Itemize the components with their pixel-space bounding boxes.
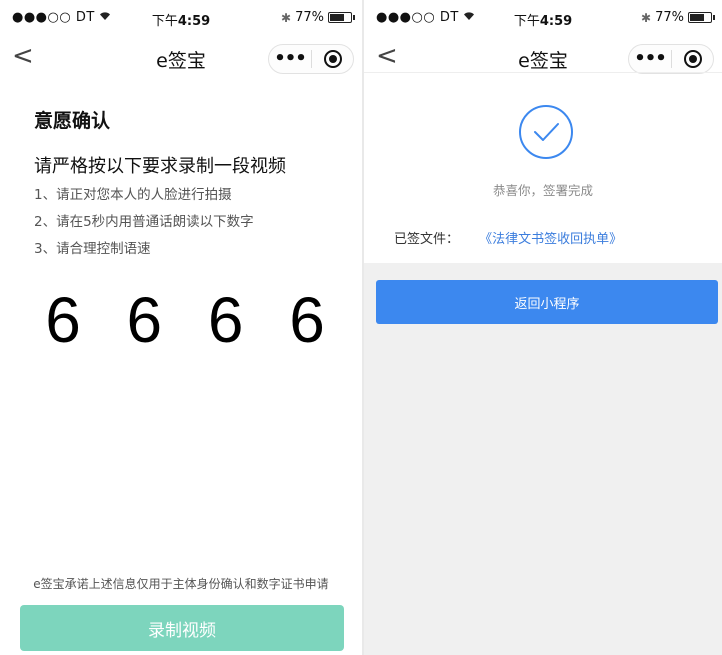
battery-icon bbox=[328, 12, 355, 23]
signed-file-link[interactable]: 《法律文书签收回执单》 bbox=[479, 232, 622, 247]
close-miniprogram-button[interactable] bbox=[312, 50, 353, 68]
verification-digits: 6 6 6 6 bbox=[28, 280, 342, 360]
digit: 6 bbox=[207, 284, 244, 356]
digit: 6 bbox=[289, 284, 325, 356]
status-bar: ●●●○○ DT 下午4:59 ✱ 77% bbox=[0, 0, 362, 36]
success-message: 恭喜你，签署完成 bbox=[492, 183, 593, 198]
bluetooth-icon: ✱ bbox=[281, 10, 292, 25]
record-circle-icon bbox=[323, 50, 342, 68]
battery-percent: 77% bbox=[655, 10, 684, 25]
record-circle-icon bbox=[683, 50, 702, 68]
instruction-list: 1、请正对您本人的人脸进行拍摄 2、请在5秒内用普通话朗读以下数字 3、请合理控… bbox=[34, 182, 254, 263]
miniprogram-capsule: ••• bbox=[628, 44, 714, 74]
nav-bar: < e签宝 ••• bbox=[0, 36, 362, 80]
privacy-disclaimer: e签宝承诺上述信息仅用于主体身份确认和数字证书申请 bbox=[33, 577, 329, 591]
close-miniprogram-button[interactable] bbox=[672, 50, 713, 68]
nav-divider bbox=[364, 72, 722, 73]
instruction-item: 1、请正对您本人的人脸进行拍摄 bbox=[34, 187, 232, 203]
record-video-screen: ●●●○○ DT 下午4:59 ✱ 77% < e签宝 ••• 意愿确认 请严格… bbox=[0, 0, 362, 655]
instruction-item: 2、请在5秒内用普通话朗读以下数字 bbox=[34, 214, 254, 230]
digit: 6 bbox=[126, 284, 163, 356]
status-bar: ●●●○○ DT 下午4:59 ✱ 77% bbox=[364, 0, 722, 36]
battery-percent: 77% bbox=[295, 10, 324, 25]
battery-icon bbox=[688, 12, 715, 23]
miniprogram-capsule: ••• bbox=[268, 44, 354, 74]
sign-complete-screen: ●●●○○ DT 下午4:59 ✱ 77% < e签宝 ••• 恭喜你，签署完成… bbox=[364, 0, 722, 655]
check-circle-icon bbox=[519, 105, 573, 159]
digit: 6 bbox=[45, 284, 81, 356]
signed-file-row: 已签文件： 《法律文书签收回执单》 bbox=[394, 228, 622, 247]
more-icon[interactable]: ••• bbox=[629, 44, 671, 74]
nav-bar: < e签宝 ••• bbox=[364, 36, 722, 80]
instruction-heading: 请严格按以下要求录制一段视频 bbox=[34, 156, 286, 177]
bluetooth-icon: ✱ bbox=[641, 10, 652, 25]
record-video-button[interactable]: 录制视频 bbox=[20, 605, 344, 651]
page-title: 意愿确认 bbox=[34, 110, 111, 132]
more-icon[interactable]: ••• bbox=[269, 44, 311, 74]
return-miniprogram-button[interactable]: 返回小程序 bbox=[376, 280, 718, 324]
instruction-item: 3、请合理控制语速 bbox=[34, 241, 151, 257]
signed-file-label: 已签文件： bbox=[394, 232, 460, 247]
